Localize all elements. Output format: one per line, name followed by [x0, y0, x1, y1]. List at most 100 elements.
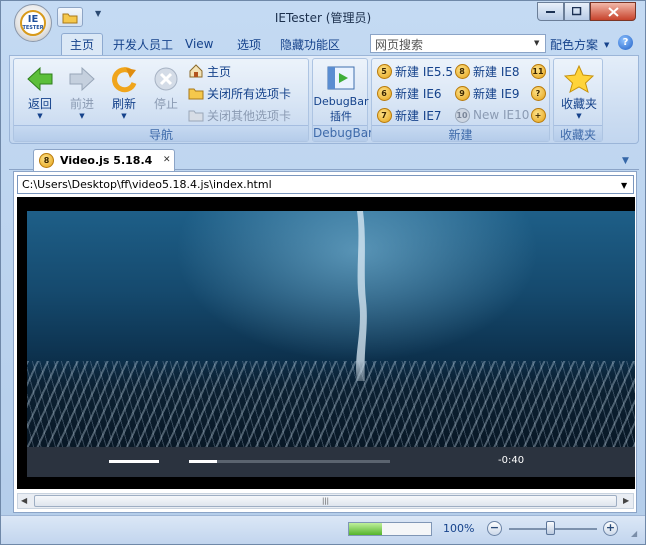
- volume-slider[interactable]: [109, 460, 159, 463]
- favorites-dropdown-icon[interactable]: ▼: [576, 112, 581, 120]
- group-favorites-label: 收藏夹: [554, 125, 602, 142]
- scroll-left-icon[interactable]: ◀: [21, 496, 27, 505]
- new-ie-add-button[interactable]: +: [530, 105, 549, 125]
- close-other-tabs-button[interactable]: 关闭其他选项卡: [188, 105, 291, 125]
- color-scheme-menu[interactable]: 配色方案: [550, 36, 598, 53]
- color-scheme-dropdown-icon[interactable]: ▼: [604, 41, 609, 49]
- page-load-fill: [349, 523, 382, 535]
- ribbon: 返回 ▼ 前进 ▼ 刷新 ▼ 停止 主页 关闭所有选项卡 关闭其他选项卡 导航 …: [9, 55, 639, 144]
- new-ie10-button[interactable]: 10 New IE10: [454, 105, 529, 125]
- close-others-icon: [188, 107, 204, 123]
- zoom-in-button[interactable]: +: [603, 521, 618, 536]
- ie-more-icon: ?: [530, 85, 546, 101]
- back-button[interactable]: 返回 ▼: [22, 65, 58, 120]
- scroll-right-icon[interactable]: ▶: [623, 496, 629, 505]
- debugbar-plugin-button[interactable]: DebugBar 插件: [313, 65, 369, 124]
- new-ie11-button[interactable]: 11: [530, 61, 549, 81]
- ie55-icon: 5: [376, 63, 392, 79]
- refresh-icon: [112, 67, 137, 93]
- debugbar-label-line2: 插件: [330, 110, 352, 123]
- stop-label: 停止: [153, 97, 178, 111]
- progress-slider[interactable]: [189, 460, 390, 463]
- close-icon: [607, 6, 619, 17]
- ie-add-icon: +: [530, 107, 546, 123]
- tab-hide-ribbon[interactable]: 隐藏功能区: [272, 33, 348, 55]
- fish-school: [27, 361, 635, 447]
- group-favorites: 收藏夹 ▼ 收藏夹: [553, 58, 603, 142]
- tab-list-dropdown-icon[interactable]: ▼: [622, 156, 629, 166]
- close-button[interactable]: [590, 2, 636, 21]
- refresh-dropdown-icon[interactable]: ▼: [121, 112, 126, 120]
- new-ie9-button[interactable]: 9 新建 IE9: [454, 83, 520, 103]
- ie8-icon: 8: [454, 63, 470, 79]
- video-frame[interactable]: [27, 211, 635, 447]
- favorites-button[interactable]: 收藏夹 ▼: [554, 65, 604, 120]
- title-bar: IE TESTER ▼ IETester (管理员): [1, 1, 645, 42]
- refresh-label: 刷新: [111, 97, 136, 111]
- document-tab[interactable]: 8 Video.js 5.18.4: [33, 149, 175, 171]
- tab-close-icon[interactable]: ✕: [163, 155, 171, 165]
- zoom-slider-thumb[interactable]: [546, 521, 556, 535]
- group-navigation: 返回 ▼ 前进 ▼ 刷新 ▼ 停止 主页 关闭所有选项卡 关闭其他选项卡 导航: [13, 58, 309, 142]
- ie10-icon: 10: [454, 107, 470, 123]
- new-ie6-button[interactable]: 6 新建 IE6: [376, 83, 442, 103]
- forward-dropdown-icon[interactable]: ▼: [79, 112, 84, 120]
- back-dropdown-icon[interactable]: ▼: [37, 112, 42, 120]
- close-all-tabs-label: 关闭所有选项卡: [207, 86, 292, 101]
- status-bar: 100% − +: [1, 515, 645, 544]
- zoom-level[interactable]: 100%: [443, 522, 474, 535]
- tab-developer[interactable]: 开发人员工: [105, 33, 181, 55]
- tab-view[interactable]: View: [177, 33, 221, 55]
- ie8-tab-icon: 8: [39, 153, 54, 168]
- maximize-button[interactable]: [564, 2, 590, 21]
- group-navigation-label: 导航: [14, 125, 308, 142]
- remaining-time: -0:40: [498, 455, 525, 466]
- web-page: -0:40: [17, 197, 635, 489]
- group-new: 5 新建 IE5.5 6 新建 IE6 7 新建 IE7 8 新建 IE8 9 …: [371, 58, 550, 142]
- minimize-button[interactable]: [537, 2, 564, 21]
- new-ie55-label: 新建 IE5.5: [395, 64, 454, 79]
- new-ie-more-button[interactable]: ?: [530, 83, 549, 103]
- document-tab-strip: 8 Video.js 5.18.4 ✕: [9, 148, 639, 171]
- back-label: 返回: [27, 97, 52, 111]
- new-ie55-button[interactable]: 5 新建 IE5.5: [376, 61, 453, 81]
- water-vortex: [356, 211, 367, 381]
- group-debugbar: DebugBar 插件 DebugBar: [312, 58, 373, 142]
- home-button[interactable]: 主页: [188, 61, 231, 81]
- stop-button[interactable]: 停止: [148, 65, 184, 112]
- logo-text-top: IE: [27, 14, 39, 25]
- search-dropdown-icon[interactable]: ▼: [534, 39, 539, 47]
- ie11-icon: 11: [530, 63, 546, 79]
- new-ie10-label: New IE10: [473, 108, 530, 122]
- logo-text-bottom: TESTER: [22, 25, 44, 31]
- scroll-thumb[interactable]: |||: [34, 495, 617, 507]
- debugbar-icon: [327, 66, 355, 90]
- new-ie8-button[interactable]: 8 新建 IE8: [454, 61, 520, 81]
- close-all-tabs-button[interactable]: 关闭所有选项卡: [188, 83, 291, 103]
- zoom-out-button[interactable]: −: [487, 521, 502, 536]
- ietester-logo-icon: IE TESTER: [20, 10, 46, 36]
- address-bar[interactable]: C:\Users\Desktop\ff\video5.18.4.js\index…: [17, 175, 634, 194]
- refresh-button[interactable]: 刷新 ▼: [106, 65, 142, 120]
- new-ie6-label: 新建 IE6: [395, 86, 442, 101]
- web-search-input[interactable]: 网页搜索: [370, 34, 546, 53]
- tab-options[interactable]: 选项: [229, 33, 269, 55]
- video-control-bar: -0:40: [27, 447, 635, 477]
- app-menu-button[interactable]: IE TESTER: [14, 4, 52, 42]
- maximize-icon: [572, 7, 582, 16]
- tab-home[interactable]: 主页: [61, 33, 104, 55]
- ribbon-tab-row: 主页 开发人员工 View 选项 隐藏功能区: [1, 31, 645, 55]
- horizontal-scrollbar[interactable]: ◀ ||| ▶: [17, 493, 634, 509]
- new-ie7-button[interactable]: 7 新建 IE7: [376, 105, 442, 125]
- address-dropdown-icon[interactable]: ▼: [621, 181, 627, 190]
- ie7-icon: 7: [376, 107, 392, 123]
- help-icon[interactable]: ?: [618, 35, 633, 50]
- document-tab-title: Video.js 5.18.4: [60, 154, 153, 167]
- new-ie7-label: 新建 IE7: [395, 108, 442, 123]
- resize-grip-icon[interactable]: ◢: [631, 529, 637, 538]
- close-other-tabs-label: 关闭其他选项卡: [207, 108, 292, 123]
- forward-button[interactable]: 前进 ▼: [64, 65, 100, 120]
- folder-close-icon: [188, 85, 204, 101]
- ie9-icon: 9: [454, 85, 470, 101]
- new-ie8-label: 新建 IE8: [473, 64, 520, 79]
